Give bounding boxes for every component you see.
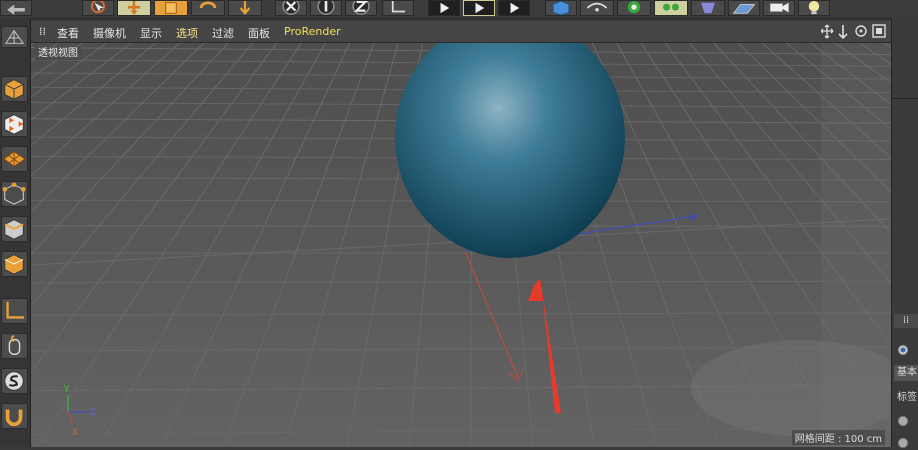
edge-mode-icon[interactable]	[1, 216, 28, 242]
menu-panel[interactable]: 面板	[248, 25, 270, 41]
viewport-nav-icons	[821, 24, 887, 39]
point-mode-icon[interactable]	[1, 181, 28, 207]
magnet-icon[interactable]	[1, 403, 28, 429]
y-axis-lock-icon[interactable]	[310, 0, 342, 16]
menu-prorender[interactable]: ProRender	[284, 25, 341, 38]
menu-cameras[interactable]: 摄像机	[93, 25, 126, 41]
object-mode-icon[interactable]	[1, 76, 28, 102]
array-icon[interactable]	[654, 0, 688, 16]
panel-grip-icon[interactable]: ⁞⁞	[894, 314, 918, 328]
maximize-view-icon[interactable]	[873, 25, 885, 37]
panel-tab-tags[interactable]: 标签	[894, 391, 918, 405]
grid-spacing-readout: 网格间距 : 100 cm	[792, 430, 885, 445]
render-view-icon[interactable]	[428, 0, 460, 16]
panel-top-divider	[892, 18, 918, 99]
live-select-icon[interactable]	[82, 0, 114, 16]
pen-icon[interactable]	[580, 0, 614, 16]
viewport-menu-bar: ⁞⁞ 查看 摄像机 显示 选项 过滤 面板 ProRender	[31, 21, 891, 43]
panel-tab-basic[interactable]: 基本	[894, 365, 918, 381]
pan-icon[interactable]	[821, 25, 833, 38]
menu-display[interactable]: 显示	[140, 25, 162, 41]
cube-icon[interactable]	[545, 0, 577, 16]
perspective-viewport[interactable]: Y Z X 透视视图 网格间距 : 100 cm	[31, 43, 891, 447]
gizmo-z-label: Z	[90, 408, 96, 418]
recent-tool-icon[interactable]	[228, 0, 262, 16]
zoom-icon[interactable]	[839, 25, 847, 38]
subdivision-icon[interactable]	[617, 0, 651, 16]
attribute-panel-edge: ⁞⁞ 基本 标签	[891, 18, 918, 447]
main-toolbar	[0, 0, 918, 19]
coordinate-system-icon[interactable]	[382, 0, 414, 16]
camera-icon[interactable]	[763, 0, 795, 16]
view-name-label: 透视视图	[35, 47, 81, 60]
panel-radio-icon[interactable]	[894, 343, 918, 357]
floor-icon[interactable]	[728, 0, 760, 16]
rotate-view-icon[interactable]	[856, 26, 866, 36]
model-mode-icon[interactable]	[1, 26, 28, 48]
z-axis-lock-icon[interactable]	[345, 0, 377, 16]
mode-toolbar	[0, 18, 31, 447]
gizmo-y-label: Y	[63, 385, 70, 395]
panel-radio-1[interactable]	[894, 414, 918, 428]
axis-mode-icon[interactable]	[1, 298, 28, 324]
deformer-icon[interactable]	[691, 0, 725, 16]
polygon-mode-icon[interactable]	[1, 146, 28, 172]
gizmo-x-label: X	[72, 428, 78, 438]
x-axis-lock-icon[interactable]	[275, 0, 307, 16]
tweak-mode-icon[interactable]	[1, 333, 28, 359]
scale-icon[interactable]	[154, 0, 188, 16]
viewport-menu-grip-icon: ⁞⁞	[39, 25, 46, 38]
viewport-scene: Y Z X	[31, 43, 891, 447]
move-icon[interactable]	[117, 0, 151, 16]
menu-view[interactable]: 查看	[57, 25, 79, 41]
texture-mode-icon[interactable]	[1, 111, 28, 137]
snap-icon[interactable]	[1, 368, 28, 394]
poly-mode-icon[interactable]	[1, 251, 28, 277]
rotate-icon[interactable]	[191, 0, 225, 16]
light-icon[interactable]	[798, 0, 830, 16]
menu-filter[interactable]: 过滤	[212, 25, 234, 41]
render-settings-icon[interactable]	[498, 0, 530, 16]
panel-radio-2[interactable]	[894, 436, 918, 450]
render-active-icon[interactable]	[463, 0, 495, 16]
menu-options[interactable]: 选项	[176, 25, 198, 41]
undo-icon[interactable]	[0, 0, 32, 16]
